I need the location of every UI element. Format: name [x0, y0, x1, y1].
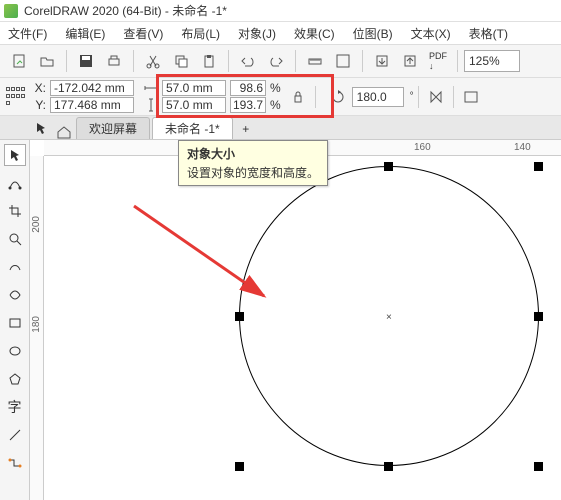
tab-welcome[interactable]: 欢迎屏幕 [76, 117, 150, 139]
undo-button[interactable] [235, 48, 261, 74]
document-tabs: 欢迎屏幕 未命名 -1* + [0, 116, 561, 140]
size-block: 57.0 mm 57.0 mm [144, 80, 226, 113]
workspace: 字 220 160 140 200 180 × [0, 140, 561, 500]
tab-document[interactable]: 未命名 -1* [152, 117, 233, 139]
handle-w[interactable] [235, 312, 244, 321]
pick-tool[interactable] [4, 144, 26, 166]
grid-icon[interactable] [330, 48, 356, 74]
rotation-field[interactable]: 180.0 [352, 87, 404, 107]
text-tool[interactable]: 字 [4, 396, 26, 418]
menu-text[interactable]: 文本(X) [411, 25, 451, 42]
menu-edit[interactable]: 编辑(E) [65, 25, 105, 42]
crop-tool[interactable] [4, 200, 26, 222]
ruler-icon[interactable] [302, 48, 328, 74]
shape-tool[interactable] [4, 172, 26, 194]
redo-button[interactable] [263, 48, 289, 74]
ruler-vertical: 200 180 [30, 156, 44, 500]
center-marker: × [386, 312, 392, 323]
copy-button[interactable] [168, 48, 194, 74]
freehand-tool[interactable] [4, 256, 26, 278]
pct-label: % [270, 98, 281, 112]
handle-e[interactable] [534, 312, 543, 321]
import-button[interactable] [369, 48, 395, 74]
zoom-value: 125% [469, 54, 500, 68]
scale-w-field[interactable]: 98.6 [230, 80, 266, 96]
mirror-h-button[interactable] [423, 84, 449, 110]
tooltip-title: 对象大小 [187, 145, 319, 162]
menu-layout[interactable]: 布局(L) [181, 25, 220, 42]
pick-tool-tab[interactable] [30, 117, 52, 139]
rotate-icon [330, 89, 346, 105]
polygon-tool[interactable] [4, 368, 26, 390]
handle-n[interactable] [384, 162, 393, 171]
tooltip-desc: 设置对象的宽度和高度。 [187, 164, 319, 181]
handle-se[interactable] [534, 462, 543, 471]
print-button[interactable] [101, 48, 127, 74]
toolbox: 字 [0, 140, 30, 500]
connector-tool[interactable] [4, 452, 26, 474]
ellipse-tool[interactable] [4, 340, 26, 362]
zoom-tool[interactable] [4, 228, 26, 250]
height-icon [144, 98, 158, 112]
ruler-tick: 140 [514, 142, 531, 153]
tooltip: 对象大小 设置对象的宽度和高度。 [178, 140, 328, 186]
property-bar: X: -172.042 mm Y: 177.468 mm 57.0 mm 57.0 … [0, 78, 561, 116]
handle-sw[interactable] [235, 462, 244, 471]
handle-s[interactable] [384, 462, 393, 471]
menu-effects[interactable]: 效果(C) [294, 25, 335, 42]
ruler-tick: 200 [31, 216, 42, 233]
title-bar: CorelDRAW 2020 (64-Bit) - 未命名 -1* [0, 0, 561, 22]
width-icon [144, 83, 158, 93]
y-label: Y: [32, 98, 46, 112]
new-button[interactable] [6, 48, 32, 74]
height-field[interactable]: 57.0 mm [162, 97, 226, 113]
nodes-icon[interactable] [6, 87, 26, 107]
zoom-field[interactable]: 125% [464, 50, 520, 72]
degree-label: ° [410, 91, 414, 102]
open-button[interactable] [34, 48, 60, 74]
pdf-button[interactable]: PDF↓ [425, 48, 451, 74]
menu-table[interactable]: 表格(T) [469, 25, 508, 42]
export-button[interactable] [397, 48, 423, 74]
width-field[interactable]: 57.0 mm [162, 80, 226, 96]
x-label: X: [32, 81, 46, 95]
menu-object[interactable]: 对象(J) [238, 25, 276, 42]
tab-add[interactable]: + [235, 119, 257, 139]
home-icon [56, 125, 72, 139]
scale-block: 98.6% 193.7% [230, 80, 281, 113]
standard-toolbar: PDF↓ 125% [0, 44, 561, 78]
x-field[interactable]: -172.042 mm [50, 80, 134, 96]
parallel-dim-tool[interactable] [4, 424, 26, 446]
app-icon [4, 4, 18, 18]
cut-button[interactable] [140, 48, 166, 74]
rectangle-tool[interactable] [4, 312, 26, 334]
save-button[interactable] [73, 48, 99, 74]
rotation-block: 180.0 ° [330, 87, 414, 107]
canvas[interactable]: × [44, 156, 561, 500]
paste-button[interactable] [196, 48, 222, 74]
y-field[interactable]: 177.468 mm [50, 97, 134, 113]
menu-bar: 文件(F) 编辑(E) 查看(V) 布局(L) 对象(J) 效果(C) 位图(B… [0, 22, 561, 44]
window-title: CorelDRAW 2020 (64-Bit) - 未命名 -1* [24, 2, 227, 19]
menu-view[interactable]: 查看(V) [123, 25, 163, 42]
position-block: X: -172.042 mm Y: 177.468 mm [32, 80, 134, 113]
ruler-tick: 180 [31, 316, 42, 333]
wrap-button[interactable] [458, 84, 484, 110]
ruler-tick: 160 [414, 142, 431, 153]
handle-ne[interactable] [534, 162, 543, 171]
menu-file[interactable]: 文件(F) [8, 25, 47, 42]
menu-bitmap[interactable]: 位图(B) [353, 25, 393, 42]
scale-h-field[interactable]: 193.7 [230, 97, 266, 113]
artistic-media-tool[interactable] [4, 284, 26, 306]
pct-label: % [270, 81, 281, 95]
lock-ratio-button[interactable] [285, 84, 311, 110]
